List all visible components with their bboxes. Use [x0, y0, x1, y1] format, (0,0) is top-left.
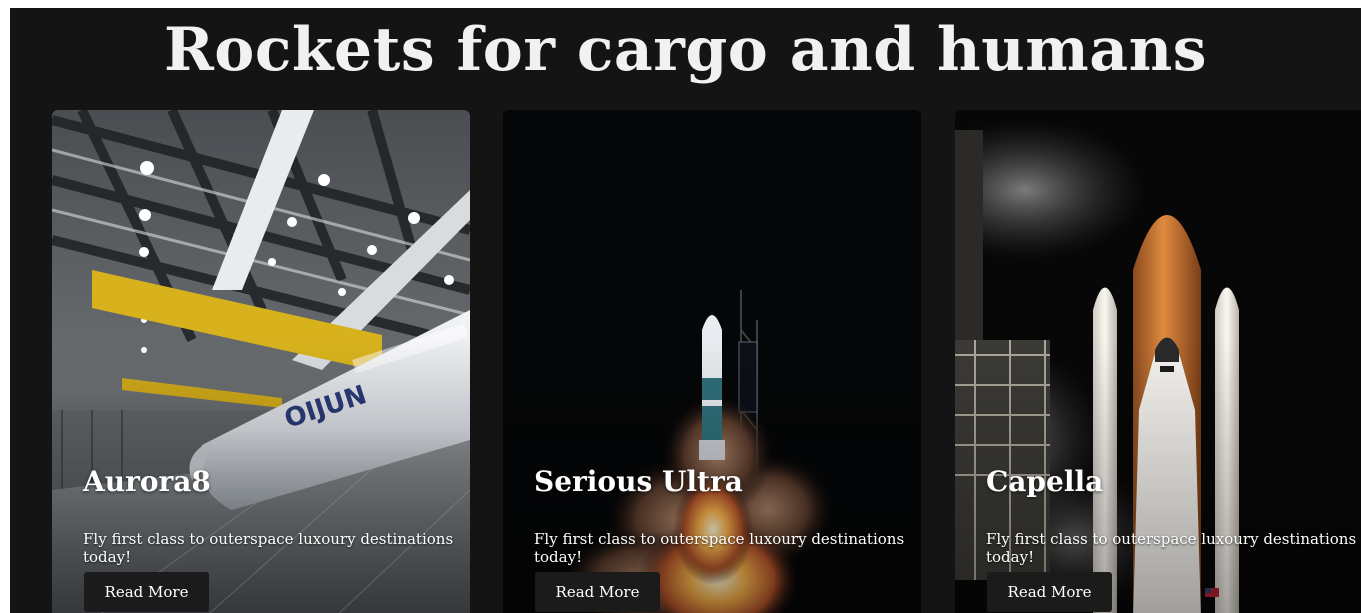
card-title: Capella: [986, 465, 1104, 498]
rocket-card-capella: Capella Fly first class to outerspace lu…: [955, 110, 1361, 613]
read-more-button[interactable]: Read More: [535, 572, 660, 612]
read-more-button[interactable]: Read More: [84, 572, 209, 612]
read-more-button[interactable]: Read More: [987, 572, 1112, 612]
rocket-card-aurora8: OIJUN Aurora8 Fly first class to outersp…: [52, 110, 470, 613]
card-title: Serious Ultra: [534, 465, 743, 498]
card-description: Fly first class to outerspace luxoury de…: [83, 530, 454, 566]
card-description: Fly first class to outerspace luxoury de…: [986, 530, 1357, 566]
page-title: Rockets for cargo and humans: [163, 15, 1208, 85]
card-description: Fly first class to outerspace luxoury de…: [534, 530, 905, 566]
rocket-card-serious-ultra: Serious Ultra Fly first class to outersp…: [503, 110, 921, 613]
card-title: Aurora8: [83, 465, 211, 498]
rockets-section: Rockets for cargo and humans Aurora8 Fly…: [10, 8, 1361, 613]
